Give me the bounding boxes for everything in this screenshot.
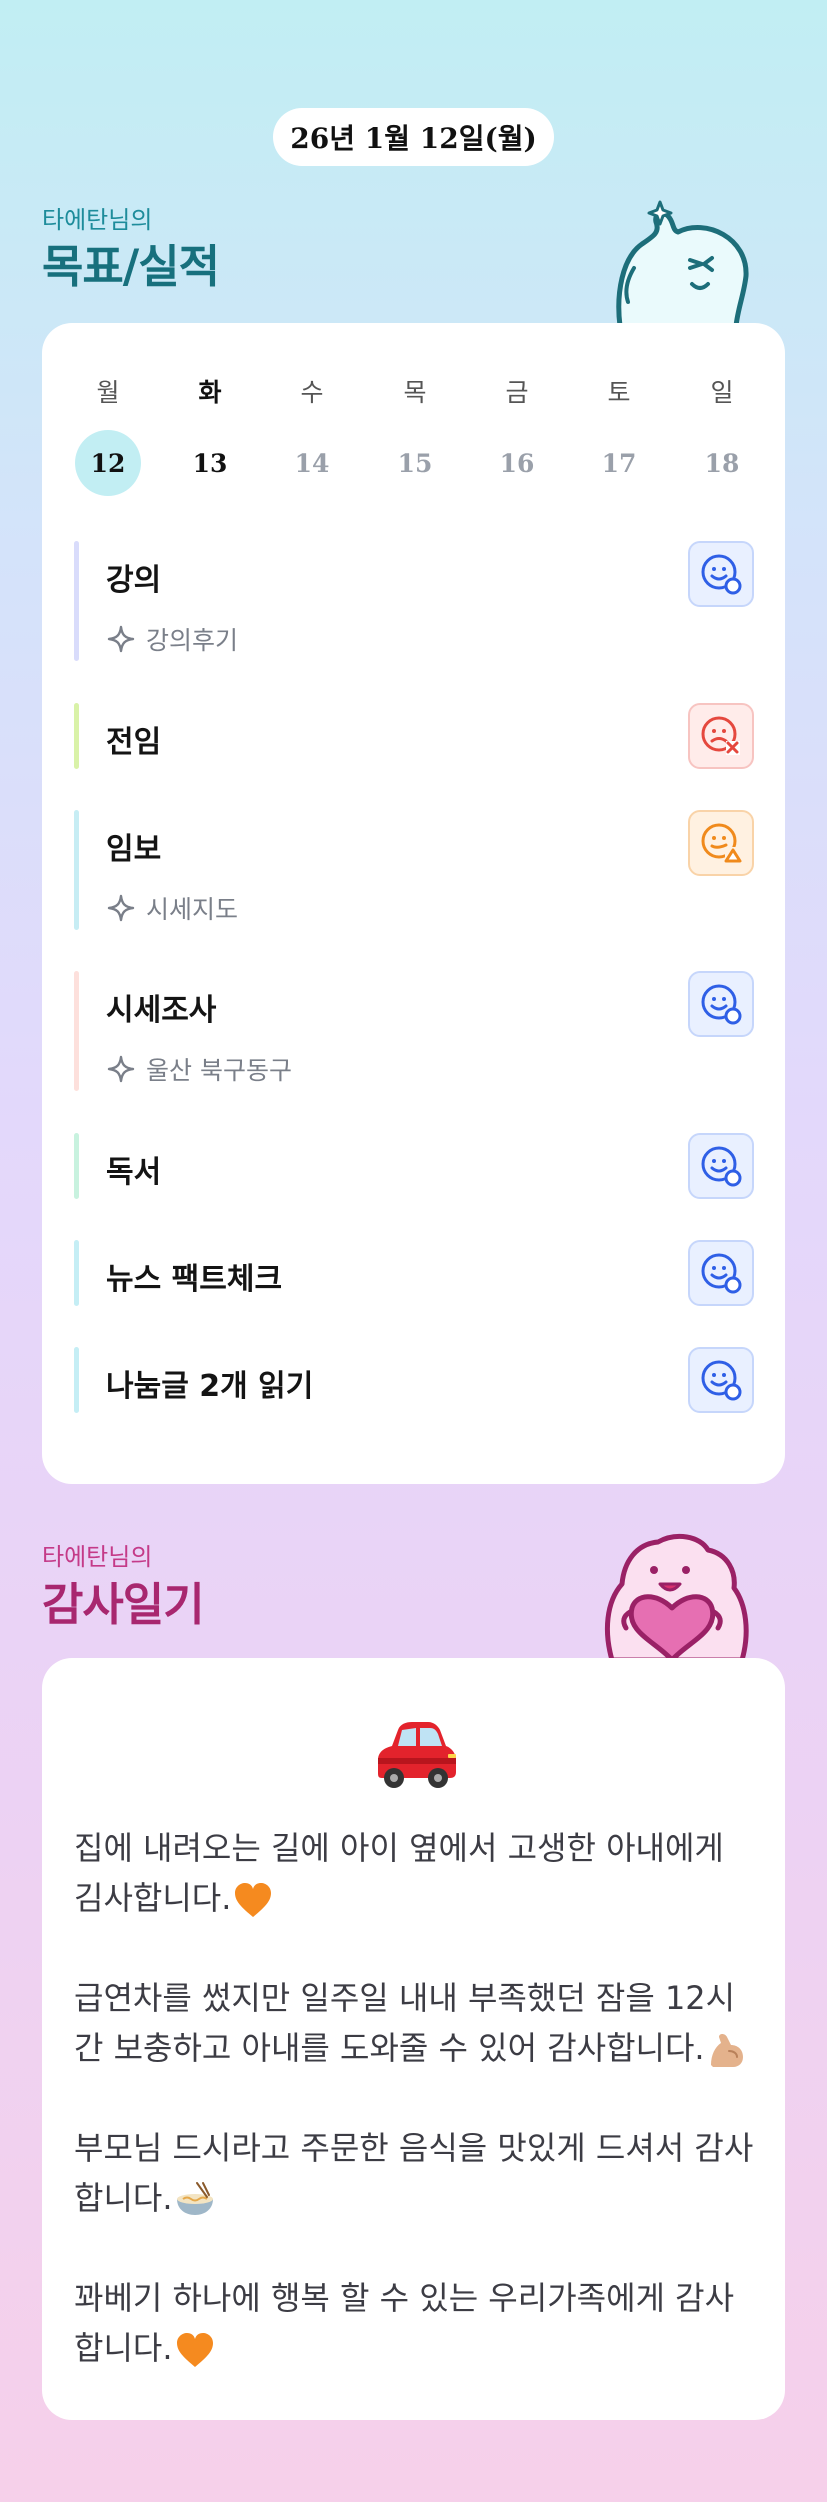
- goal-label: 독서: [106, 1155, 162, 1190]
- goal-label: 강의: [106, 563, 162, 598]
- goal-label: 나눔글 2개 읽기: [106, 1369, 314, 1404]
- status-button[interactable]: [688, 1347, 754, 1413]
- goal-color-bar: [74, 810, 79, 930]
- gratitude-section-title: 감사일기: [42, 1578, 205, 1631]
- date-cell-15[interactable]: 15: [382, 430, 448, 496]
- mascot-teal-icon: [616, 200, 749, 326]
- orange-heart-icon: [235, 1883, 272, 1917]
- goals-card: 월 화 수 목 금 토 일 12 13 14 15 16 17 18 강의 강의…: [42, 323, 785, 1484]
- orange-heart-icon: [176, 2333, 213, 2367]
- flexed-biceps-icon: [710, 2034, 743, 2067]
- goal-color-bar: [74, 1133, 79, 1199]
- goal-sub: 강의후기: [106, 621, 238, 657]
- smile-check-icon: [701, 1253, 742, 1294]
- status-button[interactable]: [688, 1133, 754, 1199]
- goal-color-bar: [74, 703, 79, 769]
- goal-sub-text: 울산 북구동구: [146, 1056, 292, 1085]
- goal-item[interactable]: 강의 강의후기: [74, 541, 754, 661]
- date-cell-12[interactable]: 12: [75, 430, 141, 496]
- gratitude-entry: 부모님 드시라고 주문한 음식을 맛있게 드셔서 감사합니다.: [74, 2123, 754, 2223]
- goal-color-bar: [74, 971, 79, 1091]
- gratitude-entry: 급연차를 썼지만 일주일 내내 부족했던 잠을 12시간 보충하고 아내를 도와…: [74, 1973, 754, 2073]
- goal-item[interactable]: 시세조사 울산 북구동구: [74, 971, 754, 1091]
- gratitude-entry-text: 급연차를 썼지만 일주일 내내 부족했던 잠을 12시간 보충하고 아내를 도와…: [74, 1979, 736, 2067]
- goal-sub-text: 강의후기: [146, 626, 239, 655]
- weekday-mon: 월: [96, 378, 120, 407]
- weekday-sun: 일: [710, 378, 734, 407]
- date-selector[interactable]: 26년 1월 12일(월): [273, 108, 554, 166]
- date-cell-14[interactable]: 14: [279, 430, 345, 496]
- weekday-sat: 토: [607, 378, 631, 407]
- goal-item[interactable]: 임보 시세지도: [74, 810, 754, 930]
- status-button[interactable]: [688, 1240, 754, 1306]
- goal-item[interactable]: 나눔글 2개 읽기: [74, 1347, 754, 1413]
- neutral-triangle-icon: [701, 823, 742, 863]
- weekday-wed: 수: [300, 378, 324, 407]
- gratitude-entry-text: 집에 내려오는 길에 아이 옆에서 고생한 아내에게 김사합니다.: [74, 1829, 724, 1917]
- sad-x-icon: [701, 716, 740, 755]
- date-cell-13[interactable]: 13: [177, 430, 243, 496]
- goal-item[interactable]: 독서: [74, 1133, 754, 1199]
- gratitude-entry: 집에 내려오는 길에 아이 옆에서 고생한 아내에게 김사합니다.: [74, 1823, 754, 1923]
- weekday-tue: 화: [198, 378, 222, 407]
- smile-check-icon: [701, 1146, 742, 1187]
- gratitude-card: 집에 내려오는 길에 아이 옆에서 고생한 아내에게 김사합니다. 급연차를 썼…: [42, 1658, 785, 2420]
- date-cell-17[interactable]: 17: [586, 430, 652, 496]
- sparkle-icon: [107, 625, 135, 653]
- goal-label: 뉴스 팩트체크: [106, 1262, 283, 1297]
- car-icon: [378, 1722, 456, 1788]
- goal-item[interactable]: 뉴스 팩트체크: [74, 1240, 754, 1306]
- status-button[interactable]: [688, 810, 754, 876]
- goal-item[interactable]: 전임: [74, 703, 754, 769]
- goal-sub-text: 시세지도: [146, 895, 239, 924]
- smile-check-icon: [701, 554, 742, 595]
- weekday-fri: 금: [505, 378, 529, 407]
- gratitude-section-subtitle: 타에탄님의: [42, 1543, 153, 1571]
- goals-section-title: 목표/실적: [42, 240, 220, 293]
- status-button[interactable]: [688, 971, 754, 1037]
- noodle-bowl-icon: [176, 2182, 213, 2215]
- mascot-pink-icon: [604, 1533, 749, 1660]
- sparkle-icon: [107, 1055, 135, 1083]
- date-label: 26년 1월 12일(월): [290, 122, 537, 155]
- smile-check-icon: [701, 1360, 742, 1401]
- date-cell-18[interactable]: 18: [689, 430, 755, 496]
- gratitude-entry: 꽈베기 하나에 행복 할 수 있는 우리가족에게 감사합니다.: [74, 2273, 754, 2373]
- sparkle-icon: [107, 894, 135, 922]
- goal-color-bar: [74, 1347, 79, 1413]
- goal-sub: 시세지도: [106, 890, 238, 926]
- status-button[interactable]: [688, 541, 754, 607]
- goal-label: 임보: [106, 832, 162, 867]
- goal-color-bar: [74, 1240, 79, 1306]
- goal-label: 전임: [106, 725, 162, 760]
- goal-label: 시세조사: [106, 993, 217, 1028]
- smile-check-icon: [701, 984, 742, 1025]
- weekday-thu: 목: [403, 378, 427, 407]
- date-cell-16[interactable]: 16: [484, 430, 550, 496]
- gratitude-entry-text: 꽈베기 하나에 행복 할 수 있는 우리가족에게 감사합니다.: [74, 2279, 735, 2367]
- goal-color-bar: [74, 541, 79, 661]
- goal-sub: 울산 북구동구: [106, 1051, 292, 1087]
- status-button[interactable]: [688, 703, 754, 769]
